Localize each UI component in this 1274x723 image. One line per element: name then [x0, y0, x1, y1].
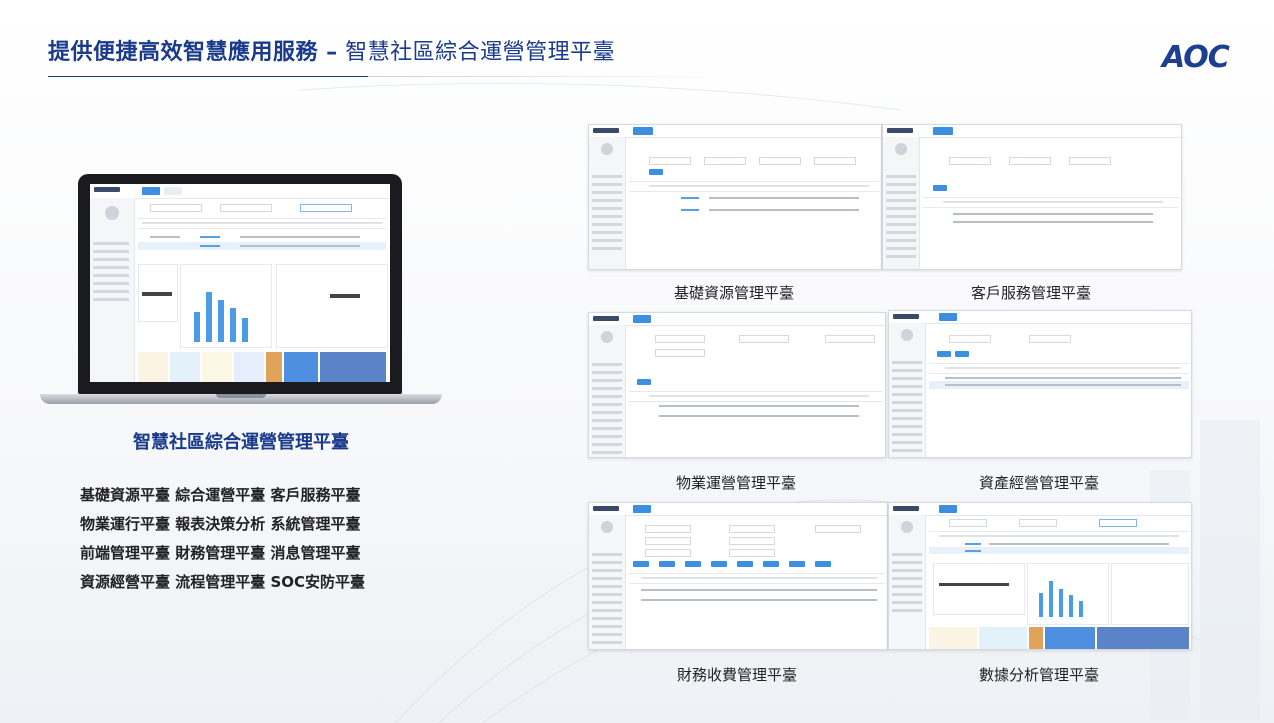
title-underline-fade [368, 76, 728, 77]
screenshot-caption: 資產經營管理平臺 [978, 474, 1099, 492]
brand-logo: AOC [1162, 40, 1230, 75]
feature-row: 資源經營平臺 流程管理平臺 SOC安防平臺 [80, 573, 366, 591]
slide-title-bold: 提供便捷高效智慧應用服務 – [48, 40, 338, 65]
screenshot-caption: 財務收費管理平臺 [676, 666, 797, 684]
laptop-screen [90, 184, 390, 382]
laptop-notch [216, 394, 266, 398]
screenshot-finance-billing [588, 502, 888, 650]
title-underline [48, 76, 368, 77]
feature-row: 前端管理平臺 財務管理平臺 消息管理平臺 [80, 544, 361, 562]
feature-row: 基礎資源平臺 綜合運營平臺 客戶服務平臺 [80, 486, 361, 504]
screenshot-property-operations [588, 312, 886, 458]
laptop-caption: 智慧社區綜合運營管理平臺 [133, 432, 349, 453]
slide-title: 提供便捷高效智慧應用服務 – 智慧社區綜合運營管理平臺 [48, 34, 615, 66]
screenshot-data-analytics [888, 502, 1192, 650]
screenshot-caption: 物業運營管理平臺 [675, 474, 796, 492]
feature-list: 基礎資源平臺 綜合運營平臺 客戶服務平臺 物業運行平臺 報表決策分析 系統管理平… [80, 484, 365, 600]
slide-title-rest: 智慧社區綜合運營管理平臺 [337, 40, 616, 65]
screenshot-basic-resources [588, 124, 882, 270]
screenshot-caption: 基礎資源管理平臺 [673, 284, 794, 302]
screenshot-caption: 數據分析管理平臺 [978, 666, 1099, 684]
laptop-mockup [40, 174, 442, 406]
screenshot-customer-service [882, 124, 1182, 270]
screenshot-caption: 客戶服務管理平臺 [970, 284, 1091, 302]
feature-row: 物業運行平臺 報表決策分析 系統管理平臺 [80, 515, 361, 533]
screenshot-asset-management [888, 310, 1192, 458]
